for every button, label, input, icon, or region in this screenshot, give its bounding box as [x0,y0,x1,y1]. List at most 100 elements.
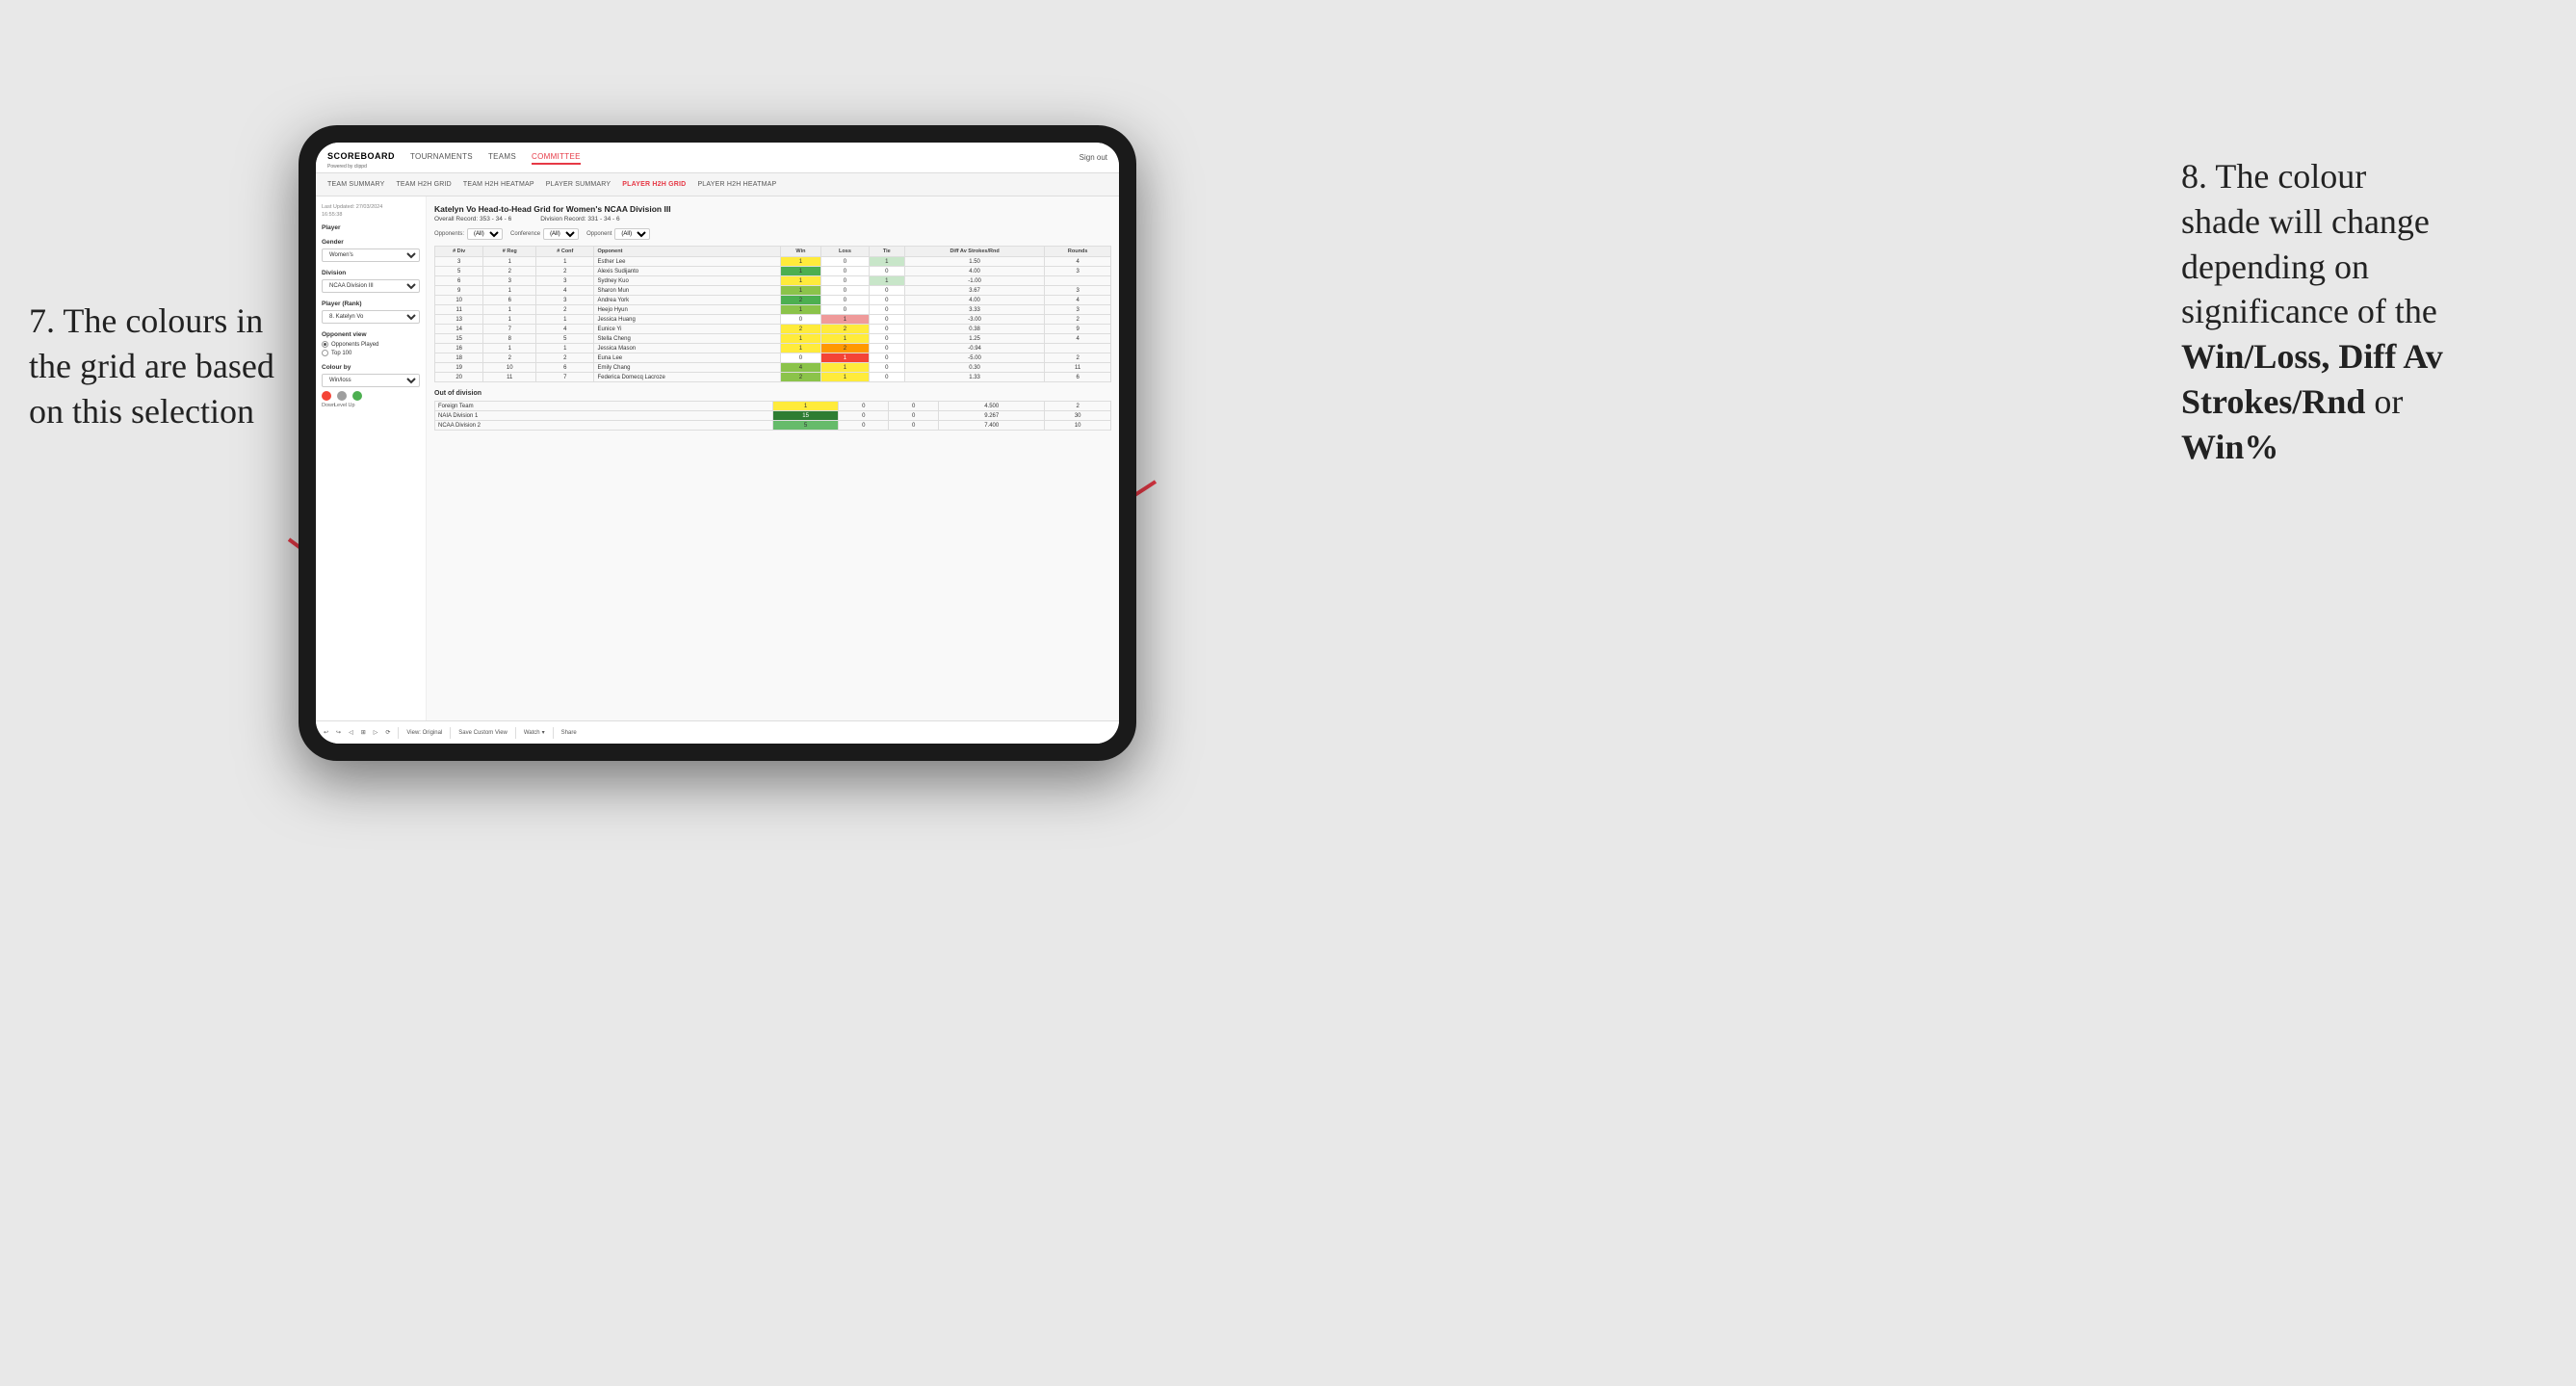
tablet-screen: SCOREBOARD Powered by clippd TOURNAMENTS… [316,143,1119,744]
cell-reg: 1 [483,257,536,267]
subnav-team-h2h-grid[interactable]: TEAM H2H GRID [396,181,451,188]
cell-opponent: Alexis Sudijanto [594,267,780,276]
cell-conf: 1 [536,315,594,325]
cell-div: 14 [435,325,483,334]
nav-committee[interactable]: COMMITTEE [532,150,581,165]
cell-tie: 0 [869,334,904,344]
out-cell-tie: 0 [889,421,939,431]
cell-rounds: 2 [1045,353,1111,363]
sidebar-player-section: Player [322,224,420,231]
nav-teams[interactable]: TEAMS [488,150,516,165]
cell-rounds: 11 [1045,363,1111,373]
cell-loss: 0 [821,267,870,276]
tablet-frame: SCOREBOARD Powered by clippd TOURNAMENTS… [299,125,1136,761]
out-cell-rounds: 2 [1045,402,1111,411]
radio-top100-dot [322,350,328,356]
cell-rounds: 9 [1045,325,1111,334]
cell-opponent: Eunice Yi [594,325,780,334]
table-row: 19 10 6 Emily Chang 4 1 0 0.30 11 [435,363,1111,373]
cell-tie: 0 [869,267,904,276]
cell-tie: 0 [869,344,904,353]
filter-opponents-select[interactable]: (All) [467,228,503,240]
subnav-team-summary[interactable]: TEAM SUMMARY [327,181,384,188]
radio-opponents-played-dot [322,341,328,348]
cell-opponent: Sharon Mun [594,286,780,296]
toolbar-refresh[interactable]: ⟳ [385,729,390,736]
colour-label-level: Level [334,403,344,408]
subnav-player-h2h-heatmap[interactable]: PLAYER H2H HEATMAP [697,181,776,188]
subnav-player-h2h-grid[interactable]: PLAYER H2H GRID [622,181,686,188]
cell-diff: -0.94 [904,344,1044,353]
sidebar-division-section: Division NCAA Division III [322,270,420,293]
col-reg: # Reg [483,247,536,257]
subnav-player-summary[interactable]: PLAYER SUMMARY [546,181,611,188]
cell-conf: 4 [536,325,594,334]
filter-opponent-select[interactable]: (All) [614,228,650,240]
cell-reg: 2 [483,353,536,363]
cell-div: 3 [435,257,483,267]
main-content: Last Updated: 27/03/2024 16:55:38 Player… [316,196,1119,720]
cell-opponent: Federica Domecq Lacroze [594,373,780,382]
toolbar-save-custom[interactable]: Save Custom View [458,730,507,736]
radio-opponents-played[interactable]: Opponents Played [322,341,420,348]
cell-tie: 0 [869,315,904,325]
cell-tie: 0 [869,286,904,296]
logo-sub: Powered by clippd [327,164,395,170]
toolbar-view-original[interactable]: View: Original [406,730,442,736]
colour-by-select[interactable]: Win/loss [322,374,420,387]
left-sidebar: Last Updated: 27/03/2024 16:55:38 Player… [316,196,427,720]
cell-opponent: Jessica Mason [594,344,780,353]
cell-reg: 10 [483,363,536,373]
cell-tie: 0 [869,305,904,315]
toolbar-share[interactable]: Share [561,730,577,736]
table-row: 18 2 2 Euna Lee 0 1 0 -5.00 2 [435,353,1111,363]
toolbar-undo[interactable]: ↩ [324,729,328,736]
toolbar-forward[interactable]: ▷ [374,729,378,736]
right-annotation: 8. The colour shade will change dependin… [2181,154,2547,470]
cell-reg: 1 [483,344,536,353]
sidebar-gender-select[interactable]: Women's [322,248,420,262]
out-table-row: NAIA Division 1 15 0 0 9.267 30 [435,411,1111,421]
sidebar-player-rank-select[interactable]: 8. Katelyn Vo [322,310,420,324]
table-row: 10 6 3 Andrea York 2 0 0 4.00 4 [435,296,1111,305]
out-cell-win: 1 [772,402,839,411]
out-cell-loss: 0 [839,411,889,421]
col-conf: # Conf [536,247,594,257]
cell-conf: 2 [536,267,594,276]
cell-conf: 5 [536,334,594,344]
cell-rounds: 4 [1045,296,1111,305]
cell-conf: 7 [536,373,594,382]
cell-win: 1 [780,267,821,276]
cell-opponent: Jessica Huang [594,315,780,325]
nav-tournaments[interactable]: TOURNAMENTS [410,150,473,165]
records-row: Overall Record: 353 - 34 - 6 Division Re… [434,216,1111,222]
cell-rounds: 3 [1045,305,1111,315]
filter-conference-select[interactable]: (All) [543,228,579,240]
radio-top100[interactable]: Top 100 [322,350,420,356]
opponent-view-label: Opponent view [322,331,420,338]
colour-dot-down [322,391,331,401]
filter-opponent: Opponent (All) [586,228,650,240]
sidebar-player-rank-section: Player (Rank) 8. Katelyn Vo [322,301,420,324]
cell-diff: 4.00 [904,267,1044,276]
subnav-team-h2h-heatmap[interactable]: TEAM H2H HEATMAP [463,181,534,188]
cell-tie: 0 [869,325,904,334]
cell-diff: 1.33 [904,373,1044,382]
cell-tie: 1 [869,257,904,267]
out-of-division: Out of division Foreign Team 1 0 0 4.500… [434,390,1111,431]
toolbar-redo[interactable]: ↪ [336,729,341,736]
cell-rounds: 4 [1045,257,1111,267]
cell-rounds [1045,344,1111,353]
toolbar-back[interactable]: ◁ [349,729,353,736]
nav-sign-out[interactable]: Sign out [1080,153,1107,162]
table-row: 6 3 3 Sydney Kuo 1 0 1 -1.00 [435,276,1111,286]
toolbar-copy[interactable]: ⊞ [361,729,366,736]
table-row: 16 1 1 Jessica Mason 1 2 0 -0.94 [435,344,1111,353]
sidebar-division-select[interactable]: NCAA Division III [322,279,420,293]
cell-reg: 6 [483,296,536,305]
cell-win: 4 [780,363,821,373]
cell-reg: 3 [483,276,536,286]
table-row: 3 1 1 Esther Lee 1 0 1 1.50 4 [435,257,1111,267]
toolbar-watch[interactable]: Watch ▾ [524,729,545,736]
cell-opponent: Stella Cheng [594,334,780,344]
